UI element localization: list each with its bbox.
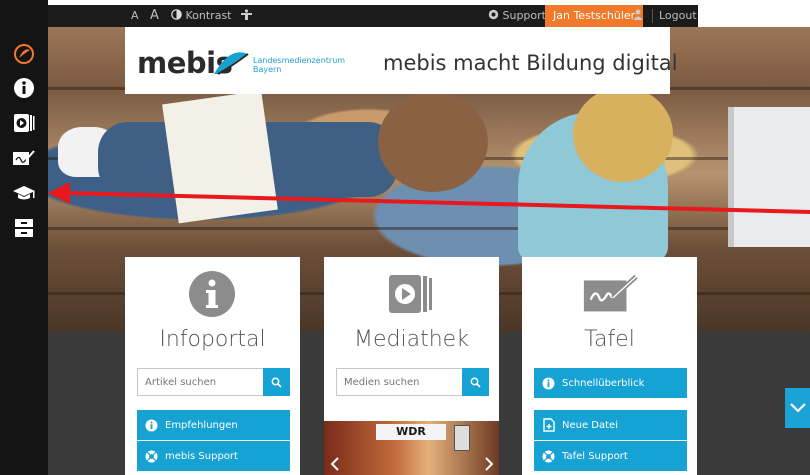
schnellueberblick-label: Schnellüberblick bbox=[562, 377, 645, 389]
media-search-button[interactable] bbox=[462, 368, 489, 396]
chevron-down-icon bbox=[789, 403, 806, 413]
logo-subtitle-line1: Landesmedienzentrum bbox=[253, 56, 346, 65]
lifebuoy-icon bbox=[488, 9, 499, 20]
tagline: mebis macht Bildung digital bbox=[383, 51, 678, 75]
new-file-icon bbox=[542, 418, 555, 432]
expand-button[interactable] bbox=[785, 388, 810, 428]
schnellueberblick-button[interactable]: Schnellüberblick bbox=[534, 368, 687, 398]
mediathek-search bbox=[336, 368, 489, 398]
info-card-icon[interactable] bbox=[187, 269, 237, 319]
contrast-icon bbox=[171, 9, 182, 20]
infoportal-title: Infoportal bbox=[159, 327, 266, 352]
search-icon bbox=[271, 377, 282, 388]
user-menu[interactable]: Jan Testschüler bbox=[545, 5, 644, 27]
article-search-button[interactable] bbox=[263, 368, 290, 396]
mebis-swoosh-icon bbox=[214, 52, 249, 75]
info-icon[interactable] bbox=[11, 77, 37, 99]
empfehlungen-button[interactable]: Empfehlungen bbox=[137, 410, 290, 440]
user-icon bbox=[633, 9, 643, 20]
lernplattform-icon[interactable] bbox=[11, 182, 37, 204]
tafel-card: Tafel Schnellüberblick Neue Datei Tafel … bbox=[522, 257, 697, 475]
support-label: Support bbox=[502, 9, 546, 22]
mediathek-icon[interactable] bbox=[11, 112, 37, 134]
tafel-card-icon[interactable] bbox=[580, 269, 640, 319]
tafel-icon[interactable] bbox=[11, 147, 37, 169]
mebis-support-button[interactable]: mebis Support bbox=[137, 441, 290, 471]
lifebuoy-icon bbox=[145, 450, 158, 463]
mediathek-card: Mediathek WDR bbox=[324, 257, 499, 475]
font-smaller-button[interactable]: A bbox=[131, 5, 139, 27]
font-larger-button[interactable]: A bbox=[150, 5, 159, 27]
top-bar: A A Kontrast Support Jan Testschüler Log… bbox=[48, 5, 698, 27]
thumb-device bbox=[454, 425, 470, 451]
sidebar bbox=[0, 0, 48, 475]
info-icon bbox=[145, 419, 158, 432]
info-icon bbox=[542, 377, 555, 390]
search-icon bbox=[470, 377, 481, 388]
logout-link[interactable]: Logout bbox=[659, 5, 697, 27]
pruefungsarchiv-icon[interactable] bbox=[11, 217, 37, 239]
profile-button[interactable] bbox=[633, 5, 643, 27]
tafel-support-button[interactable]: Tafel Support bbox=[534, 441, 687, 471]
tafel-support-label: Tafel Support bbox=[562, 450, 628, 462]
tafel-title: Tafel bbox=[584, 327, 635, 352]
neue-datei-label: Neue Datei bbox=[562, 419, 618, 431]
chevron-left-icon[interactable] bbox=[330, 457, 340, 471]
accessibility-button[interactable] bbox=[240, 5, 253, 27]
wdr-label: WDR bbox=[376, 424, 446, 440]
logo-subtitle: Landesmedienzentrum Bayern bbox=[253, 56, 346, 74]
infoportal-card: Infoportal Empfehlungen mebis Support bbox=[125, 257, 300, 475]
contrast-label: Kontrast bbox=[185, 9, 232, 22]
mediathek-card-icon[interactable] bbox=[386, 269, 436, 319]
header-panel: mebis Landesmedienzentrum Bayern mebis m… bbox=[125, 27, 678, 94]
mebis-support-label: mebis Support bbox=[165, 450, 238, 462]
mediathek-title: Mediathek bbox=[354, 327, 469, 352]
infoportal-search bbox=[137, 368, 290, 398]
support-link[interactable]: Support bbox=[488, 5, 546, 27]
mebis-logo-icon[interactable] bbox=[11, 43, 37, 65]
logo-subtitle-line2: Bayern bbox=[253, 65, 282, 74]
chevron-right-icon[interactable] bbox=[484, 457, 494, 471]
media-carousel[interactable]: WDR bbox=[324, 421, 499, 475]
accessibility-icon bbox=[241, 9, 252, 20]
neue-datei-button[interactable]: Neue Datei bbox=[534, 410, 687, 440]
contrast-button[interactable]: Kontrast bbox=[171, 5, 232, 27]
empfehlungen-label: Empfehlungen bbox=[165, 419, 238, 431]
media-search-input[interactable] bbox=[336, 368, 462, 396]
article-search-input[interactable] bbox=[137, 368, 263, 396]
lifebuoy-icon bbox=[542, 450, 555, 463]
